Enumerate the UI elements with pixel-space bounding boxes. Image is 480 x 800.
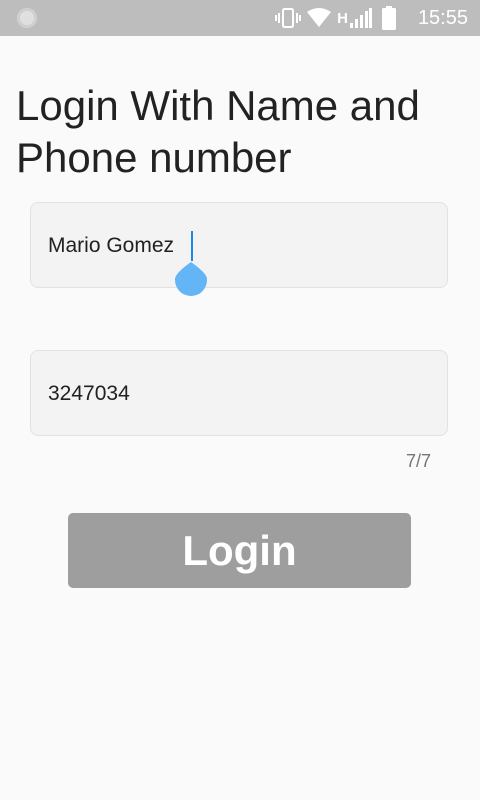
name-input[interactable]: Mario Gomez [30, 202, 448, 288]
cursor-handle-icon[interactable] [174, 262, 208, 296]
page-title: Login With Name and Phone number [16, 82, 420, 182]
status-time: 15:55 [417, 7, 468, 29]
login-button[interactable]: Login [68, 513, 411, 588]
phone-input[interactable]: 3247034 [30, 350, 448, 436]
login-screen: H 15:55 Login With Name and Phone number [0, 0, 480, 800]
status-icons: H [275, 6, 396, 30]
phone-character-counter: 7/7 [405, 451, 431, 471]
name-input-value[interactable]: Mario Gomez [48, 233, 174, 259]
text-cursor [191, 231, 193, 261]
signal-icon [350, 8, 372, 28]
battery-icon [382, 6, 396, 30]
network-type-label: H [337, 9, 348, 27]
wifi-icon [307, 8, 332, 28]
status-bar: H 15:55 [0, 0, 480, 36]
vibrate-icon [275, 7, 302, 29]
phone-input-value[interactable]: 3247034 [48, 381, 130, 407]
notification-icon [17, 8, 37, 28]
